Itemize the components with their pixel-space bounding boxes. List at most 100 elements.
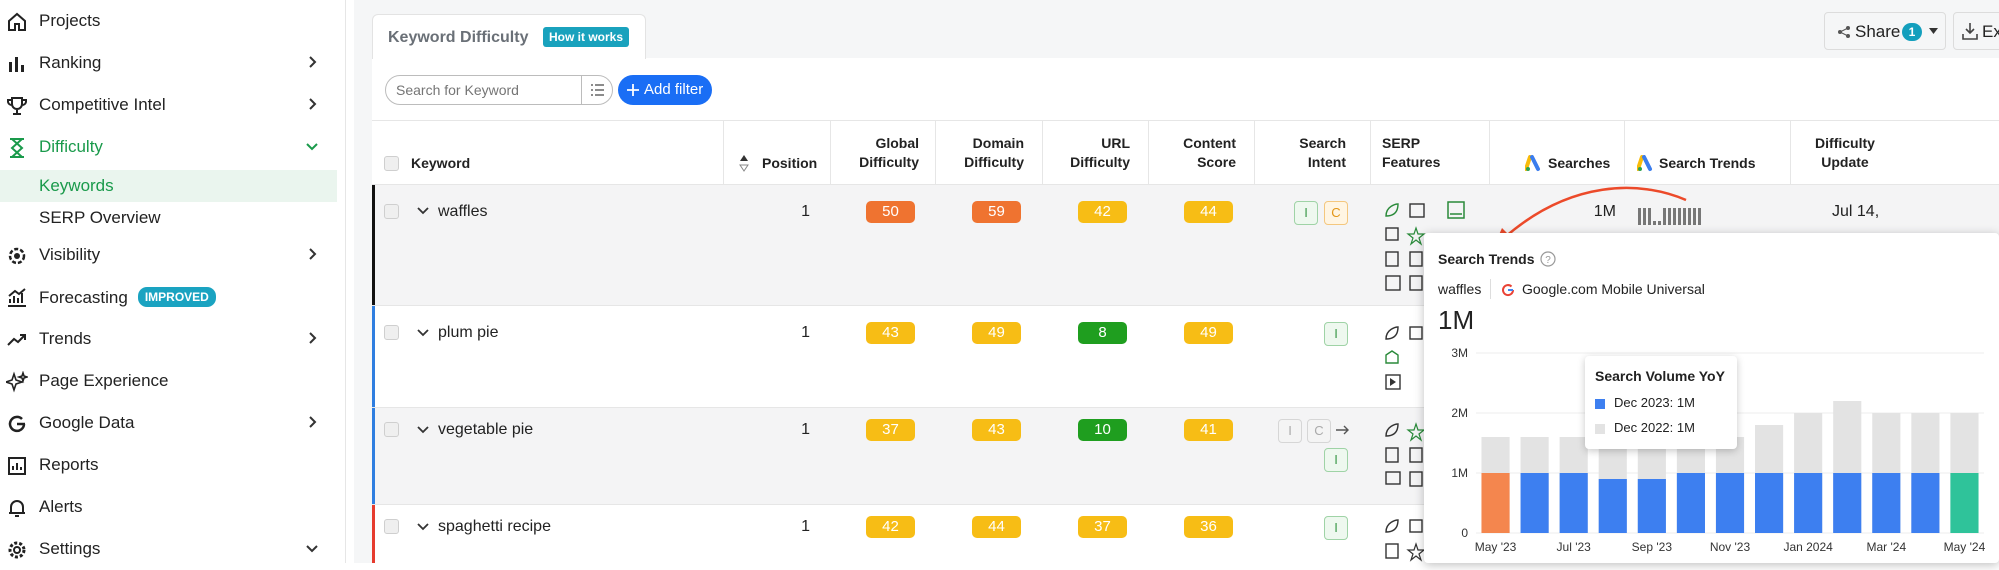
- help-icon[interactable]: ?: [1540, 251, 1556, 267]
- bar-current-year[interactable]: [1794, 473, 1823, 533]
- sort-icon[interactable]: [739, 154, 749, 172]
- bar-current-year[interactable]: [1872, 473, 1901, 533]
- position-cell: 1: [801, 324, 810, 341]
- col-content-score[interactable]: Content Score: [1152, 134, 1236, 172]
- col-global-difficulty[interactable]: Global Difficulty: [836, 134, 919, 172]
- x-tick-label: May '23: [1475, 540, 1517, 554]
- bar-current-year[interactable]: [1559, 473, 1588, 533]
- sidebar-item-forecasting[interactable]: Forecasting IMPROVED: [0, 276, 346, 318]
- sidebar-subitem-serp-overview[interactable]: SERP Overview: [0, 202, 337, 234]
- bar-current-year[interactable]: [1911, 473, 1940, 533]
- visibility-gear-icon: [8, 247, 26, 265]
- keyword-cell[interactable]: waffles: [438, 203, 488, 221]
- export-button[interactable]: Ex: [1953, 12, 1999, 50]
- row-marker: [372, 408, 375, 504]
- col-difficulty-update[interactable]: Difficulty Update: [1795, 134, 1895, 172]
- bar-current-year[interactable]: [1676, 473, 1705, 533]
- bar-current-year[interactable]: [1755, 473, 1784, 533]
- popup-engine: Google.com Mobile Universal: [1522, 281, 1705, 297]
- sidebar-item-settings[interactable]: Settings: [0, 528, 346, 570]
- col-global-line1: Global: [875, 135, 919, 151]
- url-difficulty-pill: 37: [1078, 516, 1127, 538]
- tooltip-row-previous: Dec 2022: 1M: [1614, 420, 1695, 435]
- bar-current-year[interactable]: [1950, 473, 1979, 533]
- bar-current-year[interactable]: [1520, 473, 1549, 533]
- row-checkbox[interactable]: [384, 204, 399, 219]
- col-global-line2: Difficulty: [859, 154, 919, 170]
- tab-keyword-difficulty[interactable]: Keyword Difficulty How it works: [372, 14, 646, 59]
- sidebar-item-label: Settings: [39, 539, 101, 558]
- popup-keyword: waffles: [1438, 281, 1482, 297]
- expand-chevron-icon[interactable]: [417, 426, 429, 434]
- chevron-right-icon: [309, 56, 317, 68]
- row-checkbox[interactable]: [384, 422, 399, 437]
- add-filter-button[interactable]: Add filter: [618, 75, 712, 105]
- col-serp-features[interactable]: SERP Features: [1382, 134, 1440, 172]
- chevron-right-icon: [309, 416, 317, 428]
- how-it-works-badge[interactable]: How it works: [543, 27, 630, 47]
- sidebar-item-visibility[interactable]: Visibility: [0, 234, 346, 276]
- legend-swatch-previous: [1595, 424, 1605, 434]
- sidebar-item-page-experience[interactable]: Page Experience: [0, 360, 346, 402]
- select-all-checkbox[interactable]: [384, 156, 399, 171]
- col-divider: [935, 120, 936, 184]
- sidebar-item-label: Alerts: [39, 497, 83, 516]
- popup-volume: 1M: [1438, 305, 1475, 335]
- google-ads-icon: [1637, 155, 1652, 171]
- keyword-list-button[interactable]: [581, 75, 613, 105]
- global-difficulty-pill: 42: [866, 516, 915, 538]
- col-position[interactable]: Position: [762, 154, 817, 173]
- row-checkbox[interactable]: [384, 325, 399, 340]
- col-search-intent[interactable]: Search Intent: [1260, 134, 1346, 172]
- col-searches[interactable]: Searches: [1548, 154, 1610, 173]
- col-divider: [1624, 120, 1625, 184]
- sidebar-item-competitive-intel[interactable]: Competitive Intel: [0, 84, 346, 126]
- sidebar-item-alerts[interactable]: Alerts: [0, 486, 346, 528]
- sidebar-subitem-keywords[interactable]: Keywords: [0, 170, 337, 202]
- intent-badge: I: [1324, 322, 1348, 346]
- sidebar-item-ranking[interactable]: Ranking: [0, 42, 346, 84]
- expand-chevron-icon[interactable]: [417, 523, 429, 531]
- sidebar-item-trends[interactable]: Trends: [0, 318, 346, 360]
- expand-chevron-icon[interactable]: [417, 329, 429, 337]
- keyword-cell[interactable]: plum pie: [438, 324, 498, 342]
- col-domain-line1: Domain: [972, 135, 1024, 151]
- bar-current-year[interactable]: [1833, 473, 1862, 533]
- share-button[interactable]: Share 1: [1824, 12, 1946, 50]
- col-intent-line1: Search: [1299, 135, 1346, 151]
- bar-current-year[interactable]: [1598, 479, 1627, 533]
- keyword-cell[interactable]: vegetable pie: [438, 421, 533, 439]
- svg-text:?: ?: [1545, 255, 1551, 266]
- col-url-line1: URL: [1101, 135, 1130, 151]
- google-g-icon: [8, 415, 26, 433]
- legend-swatch-current: [1595, 399, 1605, 409]
- bar-current-year[interactable]: [1481, 473, 1510, 533]
- row-marker: [372, 306, 375, 407]
- col-search-trends[interactable]: Search Trends: [1659, 154, 1756, 173]
- download-icon: [1962, 23, 1978, 40]
- sidebar: Projects Ranking Competitive Intel Diffi…: [0, 0, 346, 563]
- row-checkbox[interactable]: [384, 519, 399, 534]
- gear-icon: [8, 541, 26, 559]
- expand-chevron-icon[interactable]: [417, 207, 429, 215]
- bar-current-year[interactable]: [1715, 473, 1745, 533]
- url-difficulty-pill: 42: [1078, 201, 1127, 223]
- y-tick-label: 0: [1461, 526, 1468, 540]
- sidebar-item-label: Reports: [39, 455, 99, 474]
- sidebar-item-label: Trends: [39, 329, 92, 348]
- sidebar-item-google-data[interactable]: Google Data: [0, 402, 346, 444]
- col-update-line1: Difficulty: [1815, 135, 1875, 151]
- col-divider: [830, 120, 831, 184]
- domain-difficulty-pill: 44: [972, 516, 1021, 538]
- col-keyword[interactable]: Keyword: [411, 154, 470, 173]
- col-url-difficulty[interactable]: URL Difficulty: [1046, 134, 1130, 172]
- sidebar-item-projects[interactable]: Projects: [0, 0, 346, 42]
- sidebar-item-difficulty[interactable]: Difficulty: [0, 126, 346, 168]
- keyword-cell[interactable]: spaghetti recipe: [438, 518, 551, 536]
- sidebar-item-reports[interactable]: Reports: [0, 444, 346, 486]
- content-score-pill: 36: [1184, 516, 1233, 538]
- keyword-search-input[interactable]: [385, 75, 583, 105]
- x-tick-label: Mar '24: [1866, 540, 1906, 554]
- col-domain-difficulty[interactable]: Domain Difficulty: [940, 134, 1024, 172]
- bar-current-year[interactable]: [1637, 479, 1666, 533]
